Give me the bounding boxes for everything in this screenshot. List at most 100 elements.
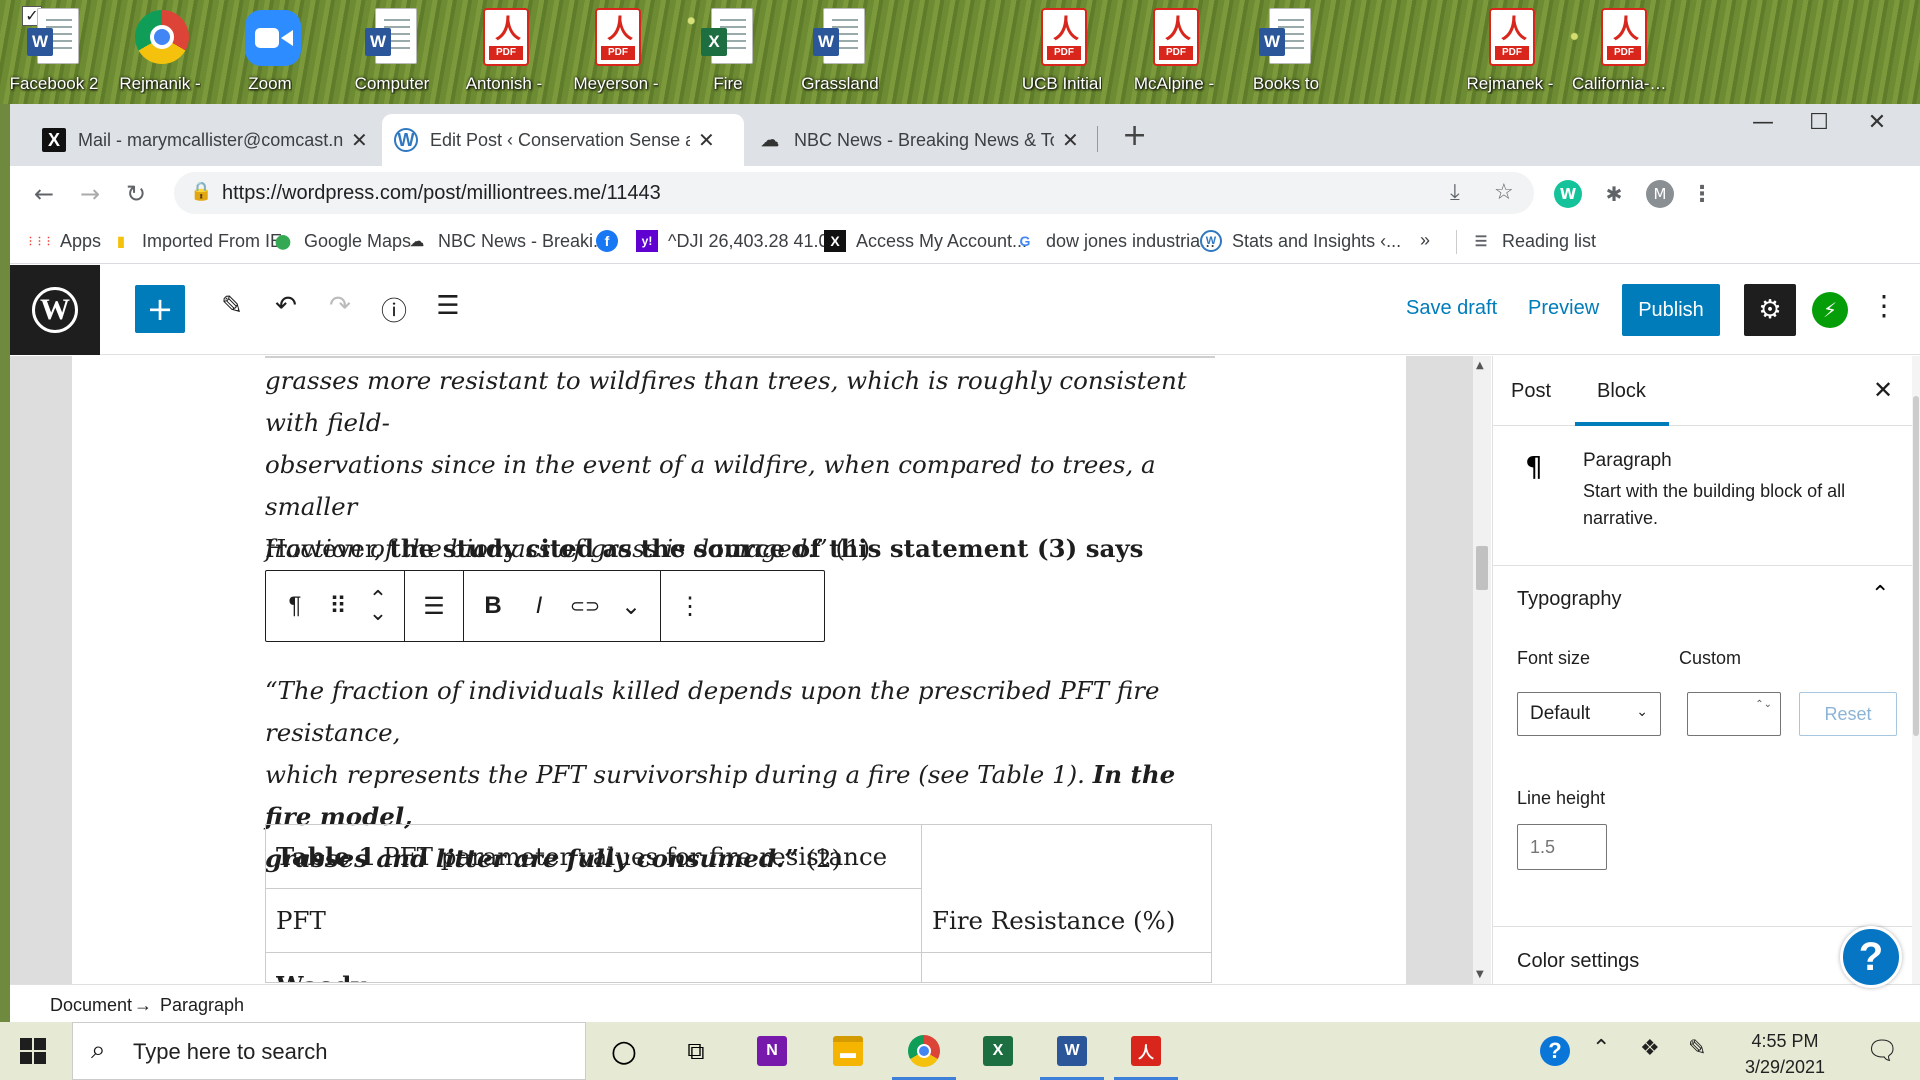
scrollbar-thumb[interactable]: [1476, 546, 1488, 590]
move-down-icon[interactable]: ⌄: [369, 602, 387, 624]
paragraph-block-icon[interactable]: ¶: [272, 578, 318, 634]
number-spinner-icon[interactable]: ⌃⌄: [1755, 697, 1772, 713]
scroll-up-arrow[interactable]: ▲: [1476, 360, 1484, 371]
taskbar-chrome[interactable]: [888, 1022, 960, 1080]
canvas-scrollbar[interactable]: ▲ ▼: [1473, 356, 1491, 984]
bookmark-dji[interactable]: y! ^DJI 26,403.28 41.0...: [636, 230, 844, 252]
bookmark-facebook[interactable]: f: [596, 230, 628, 252]
new-tab-button[interactable]: +: [1122, 118, 1147, 153]
taskbar-search[interactable]: ⌕ Type here to search: [72, 1022, 586, 1080]
tab-edit-post[interactable]: W Edit Post ‹ Conservation Sense and ✕: [382, 114, 744, 166]
browser-menu-icon[interactable]: ⋮: [1688, 180, 1716, 208]
address-bar[interactable]: 🔒 https://wordpress.com/post/milliontree…: [174, 172, 1534, 214]
more-options-icon[interactable]: ⋮: [1870, 289, 1898, 322]
bookmarks-overflow-button[interactable]: »: [1420, 230, 1430, 251]
details-info-icon[interactable]: ⓘ: [376, 291, 412, 328]
breadcrumb-document[interactable]: Document: [50, 995, 132, 1016]
table-cell[interactable]: Woody: [265, 952, 922, 983]
desktop-icon-rejmanek[interactable]: 人 PDF Rejmanek -: [1460, 6, 1560, 102]
minimize-button[interactable]: —: [1738, 110, 1788, 135]
bookmark-access-my-account[interactable]: X Access My Account...: [824, 230, 1027, 252]
bookmark-google-maps[interactable]: ⬤ Google Maps: [272, 230, 411, 252]
publish-button[interactable]: Publish: [1622, 284, 1720, 336]
parameter-table[interactable]: Table 1 PFT parameter values for fire re…: [265, 824, 1212, 983]
maximize-button[interactable]: ☐: [1794, 110, 1844, 135]
chevron-up-icon[interactable]: ⌃: [1871, 582, 1889, 607]
link-icon[interactable]: ⊂⊃: [562, 578, 608, 634]
typography-panel-toggle[interactable]: Typography: [1517, 588, 1622, 611]
lock-icon[interactable]: 🔒: [190, 181, 212, 202]
notifications-icon[interactable]: 🗨: [1866, 1036, 1899, 1066]
taskbar-onenote[interactable]: N: [736, 1022, 808, 1080]
color-settings-panel-toggle[interactable]: Color settings: [1517, 950, 1639, 973]
edit-tools-icon[interactable]: ✎: [214, 291, 250, 321]
breadcrumb-paragraph[interactable]: Paragraph: [160, 995, 244, 1016]
sidebar-scrollbar[interactable]: [1912, 356, 1920, 984]
close-sidebar-icon[interactable]: ✕: [1873, 376, 1893, 404]
close-tab-icon[interactable]: ✕: [698, 128, 715, 153]
close-tab-icon[interactable]: ✕: [351, 128, 368, 153]
bookmark-imported-from-ie[interactable]: ▮ Imported From IE: [110, 230, 282, 252]
taskbar-file-explorer[interactable]: ▬: [812, 1022, 884, 1080]
cortana-icon[interactable]: ○: [588, 1022, 660, 1080]
start-button[interactable]: [20, 1038, 46, 1064]
scrollbar-thumb[interactable]: [1913, 396, 1919, 736]
pen-icon[interactable]: ✎: [1688, 1036, 1706, 1061]
bookmark-dow-jones[interactable]: G dow jones industria...: [1014, 230, 1216, 252]
dropbox-icon[interactable]: ❖: [1640, 1036, 1660, 1061]
redo-icon[interactable]: ↷: [322, 291, 358, 321]
task-view-icon[interactable]: ⧉: [660, 1022, 732, 1080]
line-height-input[interactable]: 1.5: [1517, 824, 1607, 870]
tab-post[interactable]: Post: [1511, 380, 1551, 403]
scroll-down-arrow[interactable]: ▼: [1476, 969, 1484, 980]
settings-gear-icon[interactable]: ⚙: [1744, 284, 1796, 336]
desktop-icon-mcalpine[interactable]: 人 PDF McAlpine -: [1124, 6, 1224, 102]
add-block-button[interactable]: +: [135, 285, 185, 333]
jetpack-icon[interactable]: ⚡: [1812, 292, 1848, 328]
custom-font-size-input[interactable]: ⌃⌄: [1687, 692, 1781, 736]
grammarly-extension-icon[interactable]: W: [1554, 180, 1582, 208]
align-text-icon[interactable]: ☰: [411, 578, 457, 634]
desktop-icon-fire[interactable]: X Fire: [678, 6, 778, 102]
tab-mail[interactable]: X Mail - marymcallister@comcast.net ✕: [30, 114, 380, 166]
desktop-icon-meyerson[interactable]: 人 PDF Meyerson -: [566, 6, 666, 102]
back-button[interactable]: ←: [26, 176, 62, 212]
bookmark-stats-and-insights[interactable]: W Stats and Insights ‹...: [1200, 230, 1401, 252]
desktop-icon-grassland[interactable]: W Grassland: [790, 6, 890, 102]
show-hidden-icons-chevron[interactable]: ⌃: [1592, 1036, 1610, 1061]
wordpress-logo-button[interactable]: W: [10, 265, 100, 355]
bold-button[interactable]: B: [470, 578, 516, 634]
forward-button[interactable]: →: [72, 176, 108, 212]
help-tray-icon[interactable]: ?: [1540, 1036, 1570, 1066]
reset-font-size-button[interactable]: Reset: [1799, 692, 1897, 736]
table-cell[interactable]: [921, 824, 1212, 889]
save-draft-button[interactable]: Save draft: [1406, 297, 1497, 320]
preview-button[interactable]: Preview: [1528, 297, 1599, 320]
bookmark-star-icon[interactable]: ☆: [1494, 180, 1514, 205]
help-button[interactable]: ?: [1840, 926, 1902, 988]
bookmark-apps[interactable]: ⋮⋮⋮ Apps: [26, 230, 102, 252]
reload-button[interactable]: ↻: [118, 176, 154, 212]
desktop-icon-ucb-initial[interactable]: 人 PDF UCB Initial: [1012, 6, 1112, 102]
install-app-icon[interactable]: ⤓: [1450, 180, 1460, 205]
url-text[interactable]: https://wordpress.com/post/milliontrees.…: [222, 182, 661, 205]
list-view-icon[interactable]: ☰: [430, 291, 466, 321]
desktop-icon-zoom[interactable]: Zoom: [220, 6, 320, 102]
desktop-icon-rejmanik[interactable]: Rejmanik -: [110, 6, 210, 102]
taskbar-acrobat[interactable]: 人: [1110, 1022, 1182, 1080]
more-rich-text-icon[interactable]: ⌄: [608, 578, 654, 634]
desktop-icon-antonish[interactable]: 人 PDF Antonish -: [454, 6, 554, 102]
close-window-button[interactable]: ✕: [1852, 110, 1902, 135]
taskbar-word[interactable]: W: [1036, 1022, 1108, 1080]
drag-handle-icon[interactable]: ⠿: [318, 578, 358, 634]
tab-block[interactable]: Block: [1597, 380, 1646, 403]
tab-nbc-news[interactable]: ☁ NBC News - Breaking News & Top ✕: [746, 114, 1091, 166]
table-cell[interactable]: [921, 952, 1212, 983]
taskbar-excel[interactable]: X: [962, 1022, 1034, 1080]
desktop-icon-facebook-2[interactable]: W Facebook 2: [4, 6, 104, 102]
desktop-icon-computer[interactable]: W Computer: [342, 6, 442, 102]
reading-list-button[interactable]: ☰ Reading list: [1470, 230, 1596, 252]
table-cell[interactable]: PFT: [265, 888, 922, 953]
font-size-select[interactable]: Default ⌄: [1517, 692, 1661, 736]
block-options-icon[interactable]: ⋮: [667, 578, 713, 634]
